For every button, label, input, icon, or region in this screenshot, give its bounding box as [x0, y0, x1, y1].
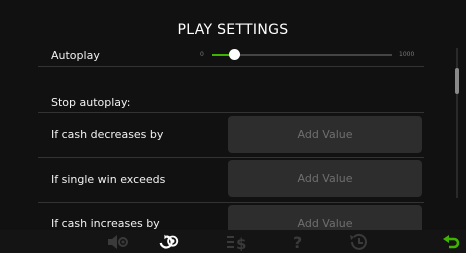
help-button[interactable]: ?	[287, 233, 309, 251]
cash-increase-label: If cash increases by	[51, 217, 160, 230]
history-button[interactable]	[347, 233, 369, 251]
divider	[38, 157, 424, 158]
svg-text:$: $	[236, 235, 246, 251]
bottom-toolbar: $ ?	[0, 230, 466, 253]
autoplay-slider[interactable]	[212, 49, 392, 60]
stop-autoplay-heading: Stop autoplay:	[51, 96, 131, 109]
sound-settings-button[interactable]	[107, 233, 129, 251]
autoplay-row: Autoplay 0 1000	[38, 44, 424, 66]
play-settings-panel: PLAY SETTINGS Autoplay 0 1000 Stop autop…	[0, 0, 466, 253]
svg-text:?: ?	[293, 233, 302, 251]
paytable-button[interactable]: $	[226, 233, 248, 251]
game-settings-icon	[159, 234, 179, 249]
cash-increase-placeholder: Add Value	[297, 217, 353, 230]
scrollbar[interactable]	[455, 48, 459, 198]
autoplay-slider-thumb[interactable]	[228, 49, 240, 60]
help-icon: ?	[293, 233, 302, 251]
history-icon	[350, 233, 367, 250]
sound-settings-icon	[108, 235, 128, 249]
back-arrow-icon	[443, 235, 460, 249]
cash-decrease-placeholder: Add Value	[297, 128, 353, 141]
cash-increase-input[interactable]: Add Value	[228, 205, 422, 230]
divider	[38, 66, 424, 67]
cash-decrease-input[interactable]: Add Value	[228, 116, 422, 153]
back-button[interactable]	[440, 233, 462, 251]
cash-decrease-label: If cash decreases by	[51, 128, 164, 141]
autoplay-min-label: 0	[200, 51, 204, 58]
paytable-icon: $	[227, 235, 246, 251]
single-win-label: If single win exceeds	[51, 173, 166, 186]
scrollbar-thumb[interactable]	[455, 68, 459, 94]
divider	[38, 112, 424, 113]
divider	[38, 202, 424, 203]
autoplay-max-label: 1000	[399, 51, 415, 58]
autoplay-label: Autoplay	[51, 49, 100, 62]
settings-list: Autoplay 0 1000 Stop autoplay: If cash d…	[38, 44, 424, 230]
page-title: PLAY SETTINGS	[177, 22, 289, 38]
game-settings-button[interactable]	[158, 233, 180, 251]
single-win-input[interactable]: Add Value	[228, 160, 422, 197]
single-win-placeholder: Add Value	[297, 172, 353, 185]
